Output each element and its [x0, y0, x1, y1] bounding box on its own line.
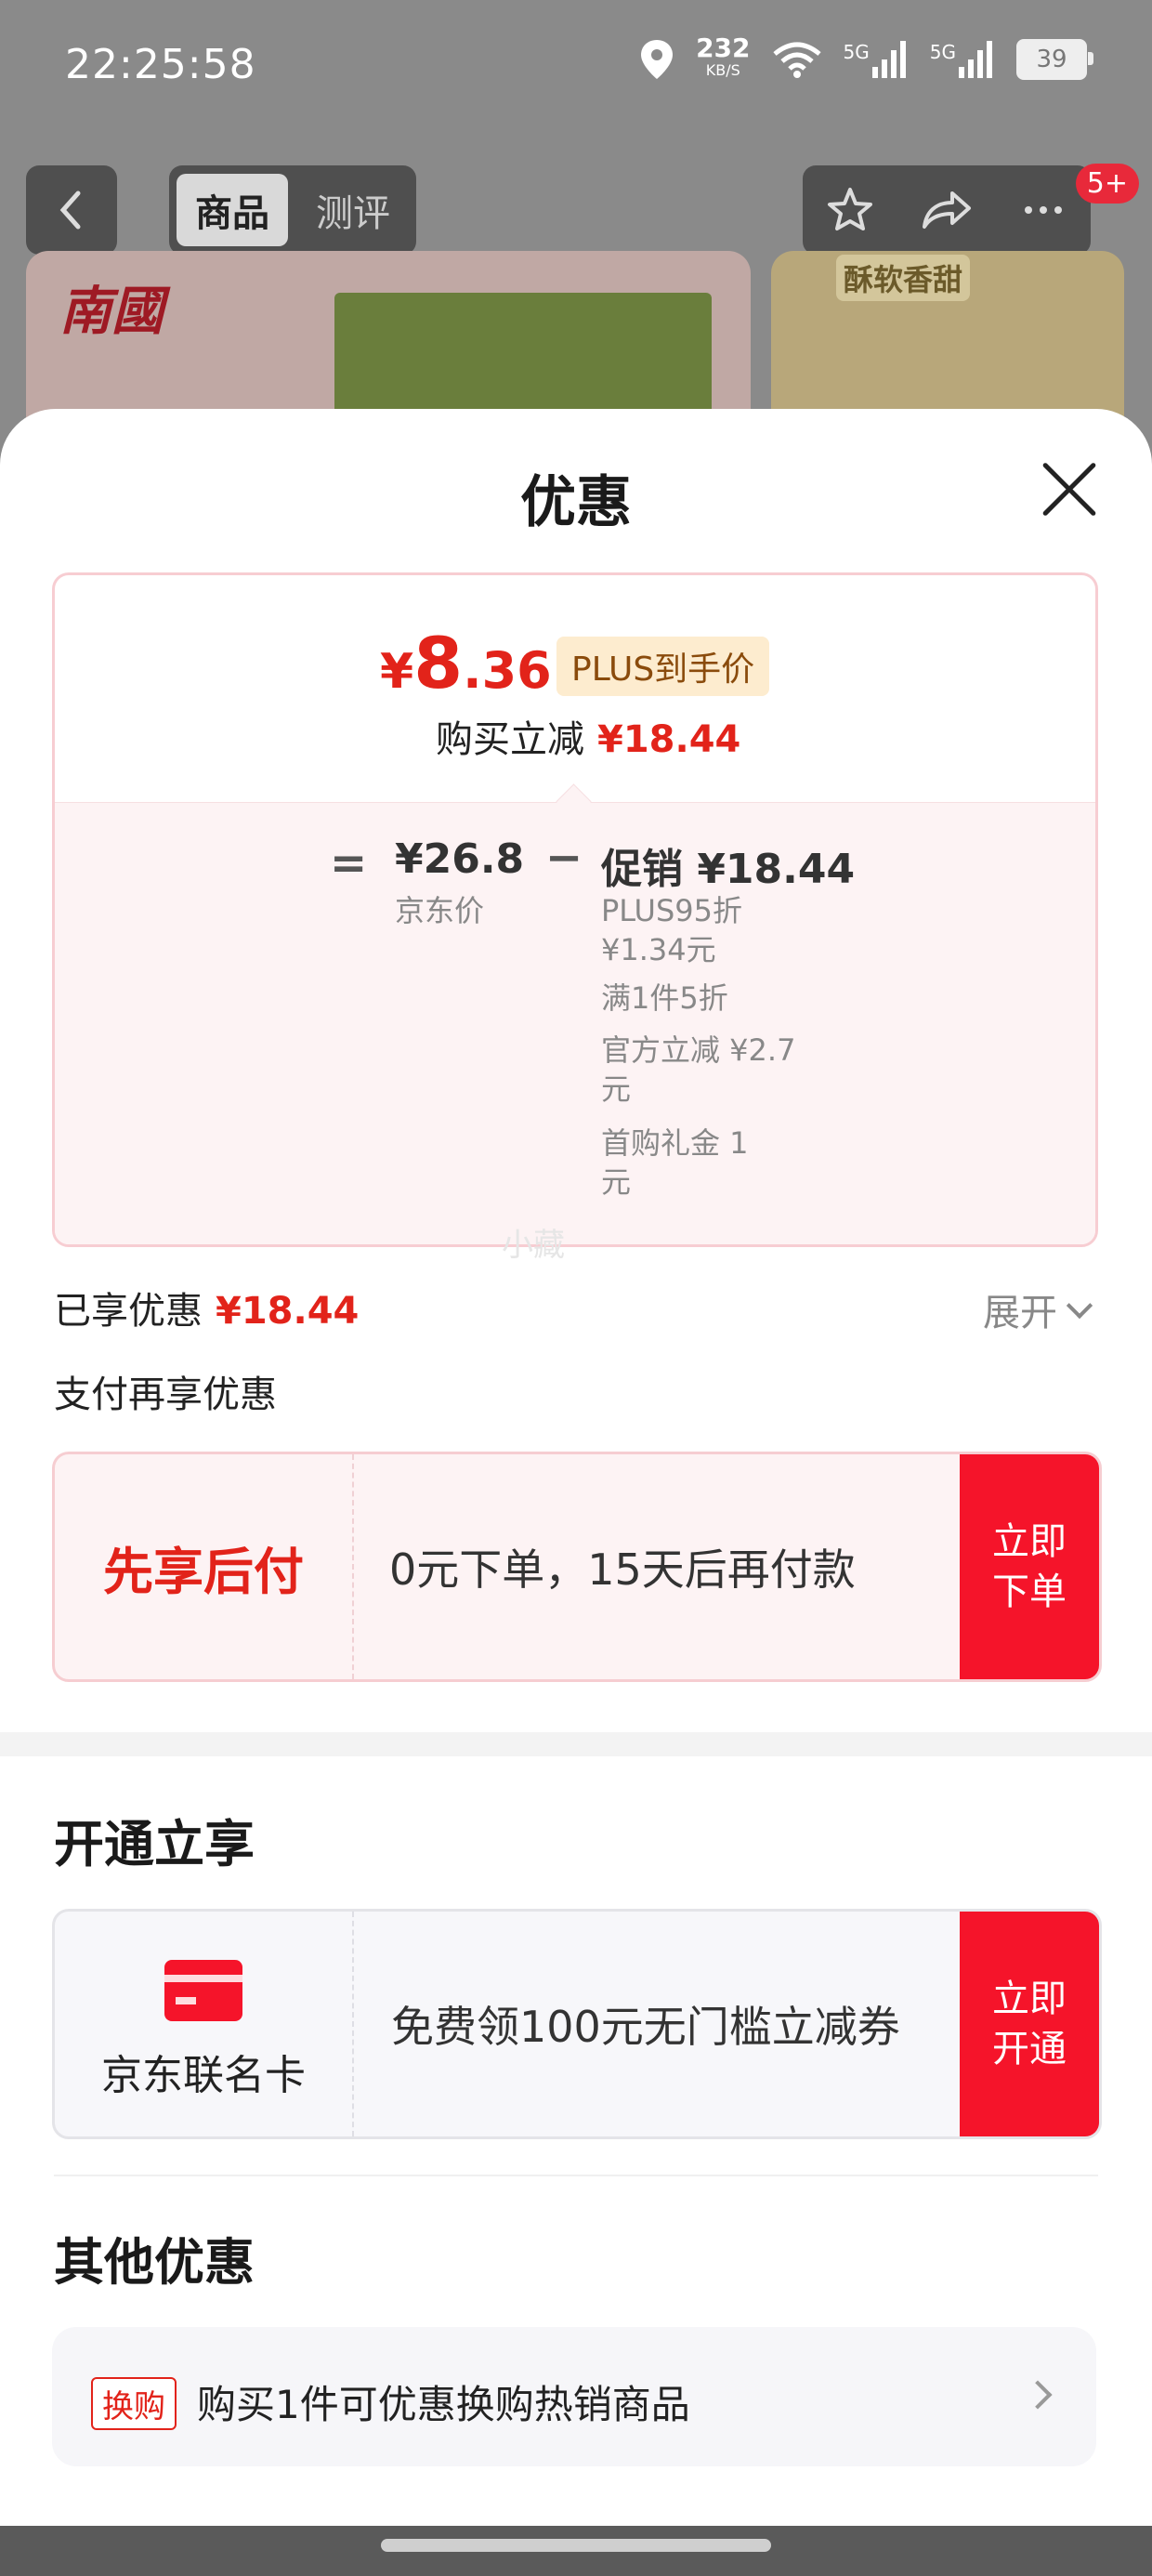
star-icon[interactable] — [824, 184, 876, 236]
watermark: 小藏 — [502, 1227, 565, 1264]
order-now-button[interactable]: 立即下单 — [960, 1454, 1099, 1679]
tab-product[interactable]: 商品 — [177, 174, 288, 246]
status-bar: 22:25:58 232 KB/S 5G 5G 39 — [0, 0, 1152, 139]
price-decimal: .36 — [463, 641, 552, 700]
reduction-value: ¥18.44 — [597, 718, 741, 761]
enjoyed-discount: 已享优惠 ¥18.44 — [54, 1281, 359, 1334]
cobrand-card-offer[interactable]: 京东联名卡 免费领100元无门槛立减券 立即开通 — [52, 1909, 1102, 2139]
final-price: ¥8.36 — [380, 622, 552, 704]
chevron-down-icon — [1066, 1292, 1093, 1320]
swap-tag: 换购 — [91, 2377, 177, 2430]
sheet-title: 优惠 — [520, 470, 632, 535]
credit-card-icon — [164, 1960, 242, 2021]
pay-later-desc: 0元下单，15天后再付款 — [389, 1544, 856, 1595]
home-indicator[interactable] — [381, 2539, 771, 2552]
signal-bars-icon — [871, 41, 906, 78]
tab-review[interactable]: 测评 — [297, 174, 409, 246]
status-time: 22:25:58 — [65, 41, 256, 88]
discount-sheet: 优惠 ¥8.36 PLUS到手价 购买立减 ¥18.44 = ¥26.8 京东价 … — [0, 409, 1152, 2576]
page-tabs: 商品 测评 — [169, 165, 416, 255]
top-actions — [803, 165, 1091, 255]
minus-sign: − — [545, 832, 583, 884]
cobrand-card-desc: 免费领100元无门槛立减券 — [391, 2002, 900, 2052]
pay-more-title: 支付再享优惠 — [54, 1373, 277, 1416]
chevron-right-icon — [1023, 2380, 1053, 2410]
jd-price-label: 京东价 — [395, 893, 485, 928]
speed-unit: KB/S — [705, 61, 740, 79]
section-divider — [0, 1732, 1152, 1756]
network-speed: 232 KB/S — [696, 33, 751, 82]
other-section-title: 其他优惠 — [54, 2233, 255, 2292]
pay-later-title: 先享后付 — [55, 1454, 354, 1679]
enjoyed-value: ¥18.44 — [216, 1290, 360, 1333]
signal-label: 5G — [843, 41, 870, 63]
notification-badge: 5+ — [1075, 164, 1139, 204]
promo-item: PLUS95折 ¥1.34元 — [601, 893, 742, 967]
equals-sign: = — [330, 837, 368, 889]
promo-total: 促销 ¥18.44 — [601, 846, 856, 893]
battery-icon: 39 — [1016, 39, 1093, 80]
chevron-left-icon — [59, 191, 81, 230]
location-icon — [641, 40, 674, 79]
enjoyed-label: 已享优惠 — [54, 1290, 203, 1333]
swap-desc: 购买1件可优惠换购热销商品 — [197, 2382, 690, 2427]
brand-logo: 南國 — [59, 281, 164, 342]
expand-label: 展开 — [983, 1292, 1057, 1334]
expand-button[interactable]: 展开 — [983, 1282, 1093, 1336]
reduction-label: 购买立减 — [436, 718, 584, 761]
open-now-button[interactable]: 立即开通 — [960, 1912, 1099, 2136]
price-integer: 8 — [413, 622, 464, 704]
currency-symbol: ¥ — [380, 644, 414, 700]
jd-price: ¥26.8 — [395, 835, 525, 883]
close-icon[interactable] — [1039, 459, 1098, 519]
divider-line — [54, 2175, 1098, 2176]
open-section-title: 开通立享 — [54, 1815, 255, 1873]
signal-5g-1: 5G — [844, 41, 910, 78]
signal-label: 5G — [929, 41, 956, 63]
cobrand-card-label: 京东联名卡 — [101, 2052, 306, 2099]
pay-later-card[interactable]: 先享后付 0元下单，15天后再付款 立即下单 — [52, 1452, 1102, 1682]
back-button[interactable] — [26, 165, 117, 255]
purchase-reduction: 购买立减 ¥18.44 — [436, 709, 740, 763]
plus-price-tag: PLUS到手价 — [556, 637, 770, 696]
wifi-icon — [772, 42, 821, 78]
promo-item: 满1件5折 — [601, 980, 728, 1016]
battery-level: 39 — [1036, 46, 1067, 73]
signal-bars-icon — [959, 41, 992, 78]
status-icons: 232 KB/S 5G 5G 39 — [638, 33, 1093, 82]
cobrand-card-info: 京东联名卡 — [55, 1912, 354, 2136]
signal-5g-2: 5G — [930, 41, 996, 78]
promo-item: 官方立减 ¥2.7元 — [601, 1032, 796, 1107]
more-icon[interactable] — [1017, 184, 1069, 236]
price-breakdown-box: ¥8.36 PLUS到手价 购买立减 ¥18.44 = ¥26.8 京东价 − 促… — [52, 572, 1098, 1247]
share-icon[interactable] — [919, 184, 975, 236]
swap-offer-row[interactable]: 换购 购买1件可优惠换购热销商品 — [52, 2327, 1096, 2466]
promo-item: 首购礼金 1元 — [601, 1125, 749, 1200]
speed-value: 232 — [696, 33, 751, 63]
side-banner-title: 酥软香甜 — [836, 255, 971, 301]
